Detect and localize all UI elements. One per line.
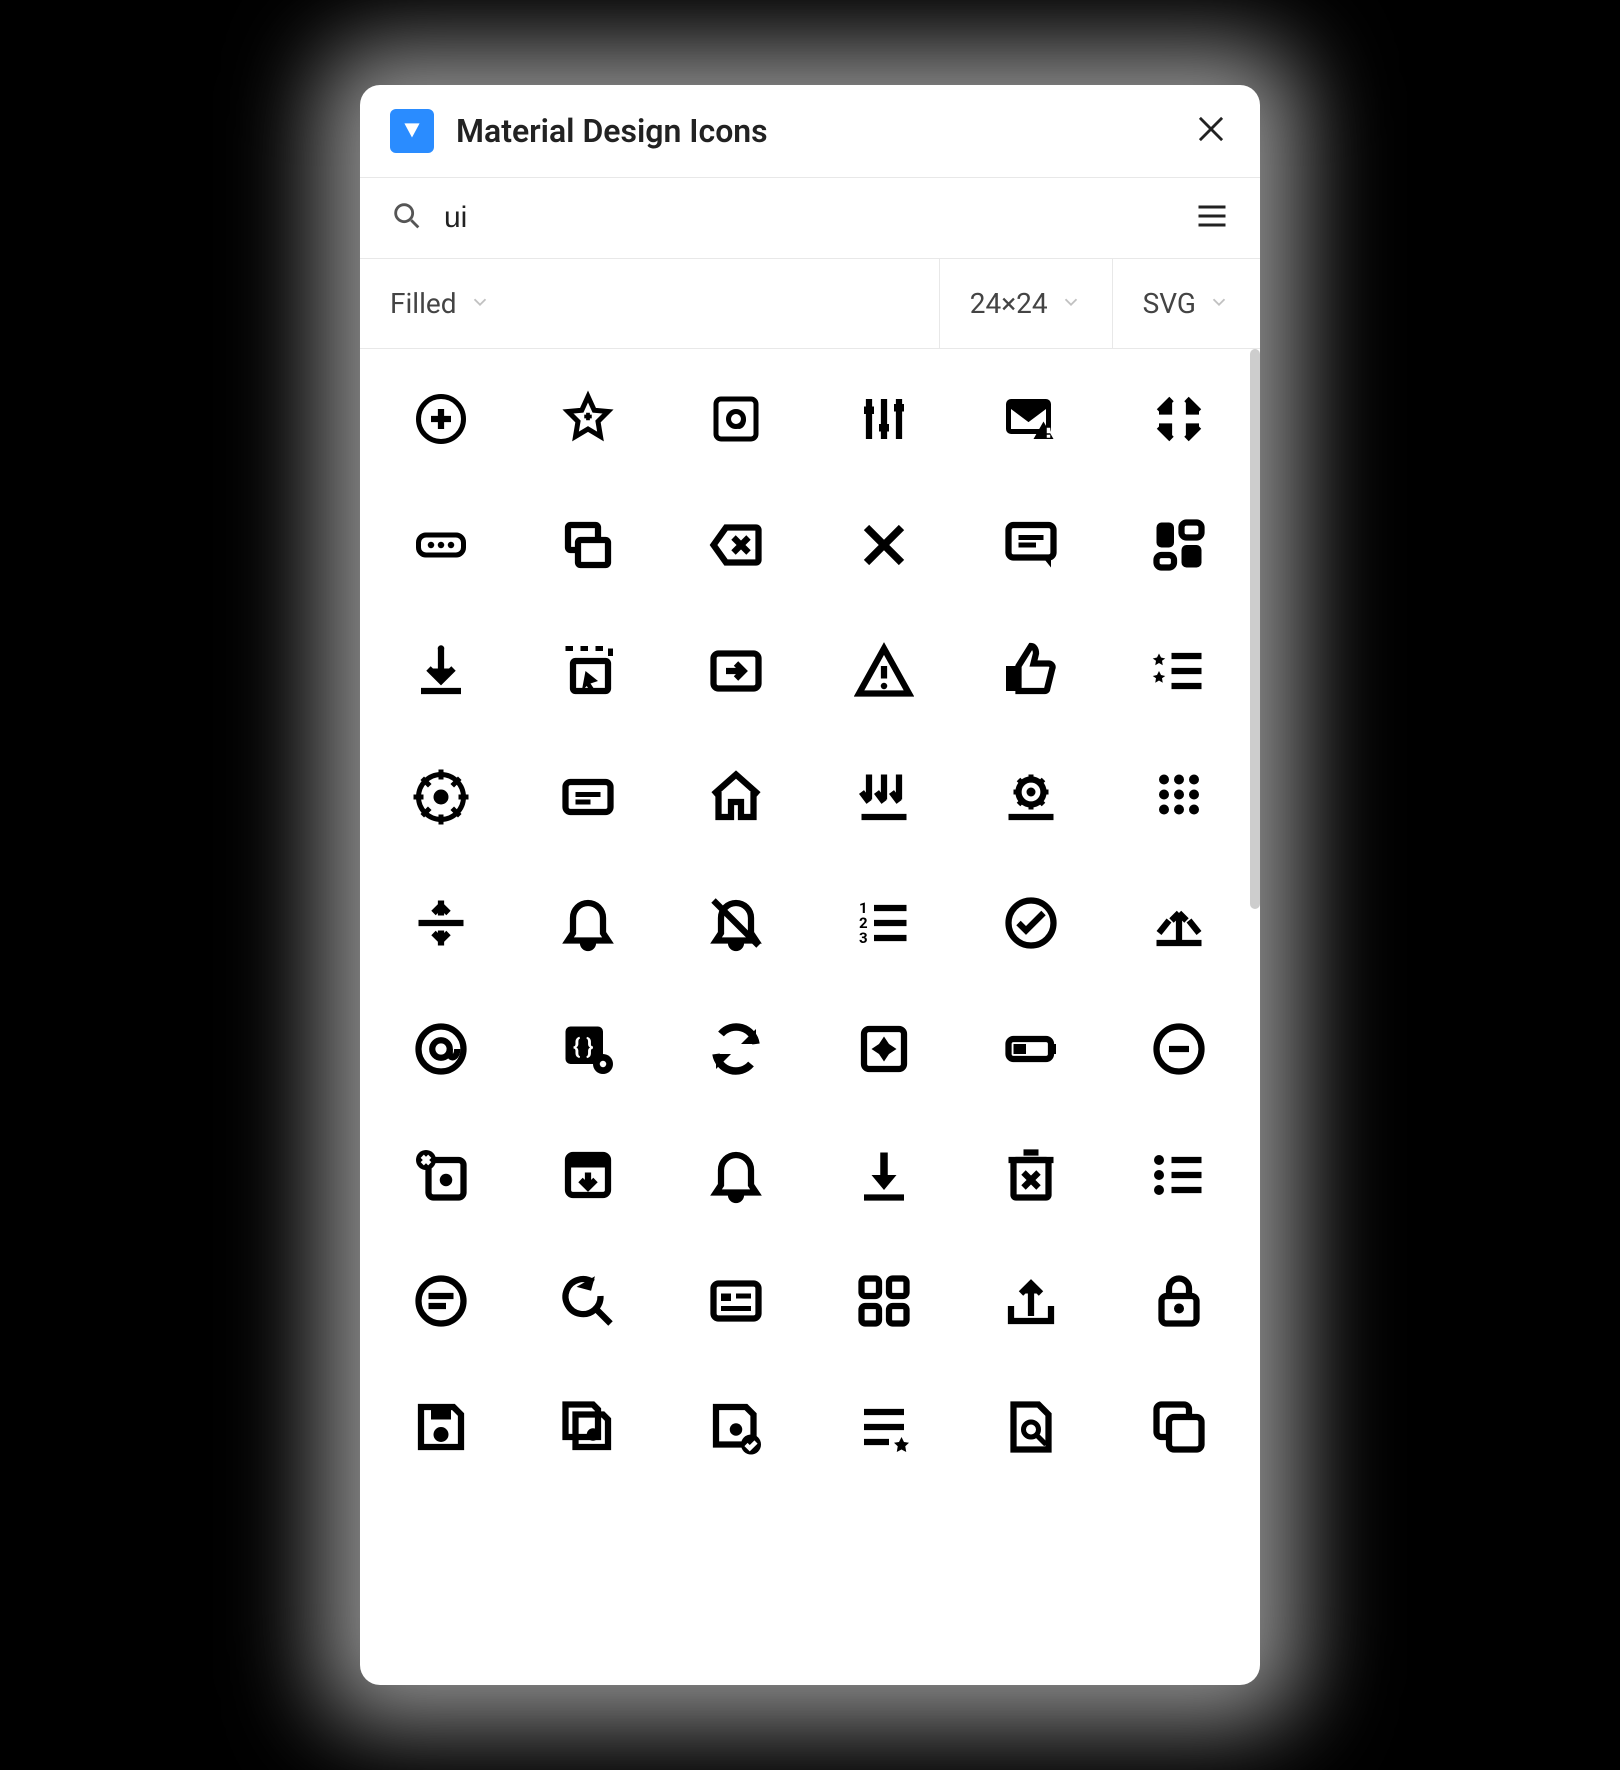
copy-icon[interactable] — [1139, 1387, 1219, 1467]
home-icon[interactable] — [696, 757, 776, 837]
dialpad-icon[interactable] — [1139, 757, 1219, 837]
notifications-outline-icon[interactable] — [548, 883, 628, 963]
phonelink-erase-icon[interactable] — [401, 1135, 481, 1215]
battery-low-icon[interactable] — [991, 1009, 1071, 1089]
download-icon[interactable] — [401, 631, 481, 711]
star-outline-icon[interactable] — [548, 379, 628, 459]
mail-error-icon[interactable] — [991, 379, 1071, 459]
svg-text:3: 3 — [859, 929, 868, 947]
tune-icon[interactable] — [844, 379, 924, 459]
scrollbar-thumb[interactable] — [1250, 349, 1260, 909]
delete-box-icon[interactable] — [991, 1135, 1071, 1215]
icon-picker-panel: Material Design Icons Filled 24×24 SVG — [360, 85, 1260, 1685]
save-icon[interactable] — [401, 1387, 481, 1467]
panel-title: Material Design Icons — [456, 112, 768, 150]
panel-header: Material Design Icons — [360, 85, 1260, 178]
settings-alt-icon[interactable] — [401, 757, 481, 837]
at-sign-icon[interactable] — [401, 1009, 481, 1089]
fullscreen-exit-icon[interactable] — [1139, 379, 1219, 459]
notifications-icon[interactable] — [696, 1135, 776, 1215]
search-bar — [360, 178, 1260, 259]
add-circle-outline-icon[interactable] — [401, 379, 481, 459]
svg-text:{ }: { } — [573, 1034, 593, 1060]
save-check-icon[interactable] — [696, 1387, 776, 1467]
filter-bar: Filled 24×24 SVG — [360, 259, 1260, 349]
save-copy-icon[interactable] — [548, 1387, 628, 1467]
close-icon[interactable] — [844, 505, 924, 585]
size-filter[interactable]: 24×24 — [940, 259, 1113, 348]
format-filter-label: SVG — [1143, 287, 1196, 320]
list-icon[interactable] — [1139, 1135, 1219, 1215]
download-multi-icon[interactable] — [844, 757, 924, 837]
brightness-box-icon[interactable] — [844, 1009, 924, 1089]
check-circle-outline-icon[interactable] — [991, 883, 1071, 963]
format-list-star-icon[interactable] — [1139, 631, 1219, 711]
input-box-icon[interactable] — [696, 631, 776, 711]
notifications-off-icon[interactable] — [696, 883, 776, 963]
thumb-up-icon[interactable] — [991, 631, 1071, 711]
chevron-down-icon — [469, 287, 491, 320]
dashboard-icon[interactable] — [1139, 505, 1219, 585]
format-list-numbered-icon[interactable]: 123 — [844, 883, 924, 963]
chevron-down-icon — [1060, 287, 1082, 320]
style-filter[interactable]: Filled — [360, 259, 940, 348]
find-in-page-icon[interactable] — [991, 1387, 1071, 1467]
search-input[interactable] — [444, 201, 1194, 235]
upload-icon[interactable] — [991, 1261, 1071, 1341]
settings-tray-icon[interactable] — [991, 757, 1071, 837]
remove-circle-outline-icon[interactable] — [1139, 1009, 1219, 1089]
download-arrow-icon[interactable] — [844, 1135, 924, 1215]
more-horiz-box-icon[interactable] — [401, 505, 481, 585]
code-settings-icon[interactable]: { } — [548, 1009, 628, 1089]
archive-down-icon[interactable] — [548, 1135, 628, 1215]
search-redo-icon[interactable] — [548, 1261, 628, 1341]
comment-icon[interactable] — [991, 505, 1071, 585]
split-horizontal-icon[interactable] — [401, 883, 481, 963]
icon-grid-scroll: 123 { } — [360, 349, 1260, 1685]
upload-split-icon[interactable] — [1139, 883, 1219, 963]
style-filter-label: Filled — [390, 287, 457, 320]
menu-icon[interactable] — [1194, 198, 1230, 238]
size-filter-label: 24×24 — [970, 287, 1048, 320]
warning-outline-icon[interactable] — [844, 631, 924, 711]
turned-in-at-icon[interactable] — [696, 379, 776, 459]
card-details-icon[interactable] — [696, 1261, 776, 1341]
close-button[interactable] — [1192, 110, 1230, 152]
backspace-outline-icon[interactable] — [696, 505, 776, 585]
app-logo-icon — [390, 109, 434, 153]
equalizer-circle-icon[interactable] — [401, 1261, 481, 1341]
refresh-icon[interactable] — [696, 1009, 776, 1089]
list-star-icon[interactable] — [844, 1387, 924, 1467]
icon-grid: 123 { } — [390, 379, 1230, 1467]
format-filter[interactable]: SVG — [1113, 259, 1260, 348]
label-box-icon[interactable] — [548, 757, 628, 837]
apps-icon[interactable] — [844, 1261, 924, 1341]
select-icon-icon[interactable] — [548, 631, 628, 711]
lock-icon[interactable] — [1139, 1261, 1219, 1341]
search-icon — [390, 199, 424, 237]
chevron-down-icon — [1208, 287, 1230, 320]
copy-overlap-icon[interactable] — [548, 505, 628, 585]
